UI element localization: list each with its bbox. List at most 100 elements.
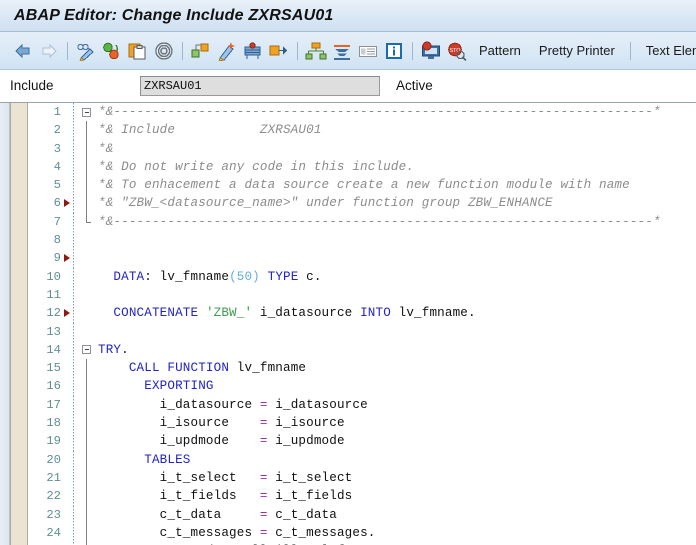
activate-program-icon[interactable] (240, 38, 266, 64)
gutter-dotted-divider (73, 157, 75, 177)
code-text: i_t_select = i_t_select (98, 470, 353, 485)
line-number: 5 (53, 178, 61, 193)
code-text: *& To enhacement a data source create a … (98, 178, 630, 193)
code-line[interactable]: 10 DATA: lv_fmname(50) TYPE c. (27, 267, 696, 286)
code-line[interactable]: 12 CONCATENATE 'ZBW_' i_datasource INTO … (27, 304, 696, 323)
text-elements-button[interactable]: Text Elements (637, 43, 696, 58)
code-line[interactable]: 22 i_t_fields = i_t_fields (27, 487, 696, 506)
gutter-dotted-divider (73, 304, 75, 323)
code-text: i_t_fields = i_t_fields (98, 489, 353, 504)
code-text: DATA: lv_fmname(50) TYPE c. (113, 269, 322, 284)
line-number: 7 (53, 214, 61, 229)
where-used-icon[interactable] (151, 38, 177, 64)
page-title: ABAP Editor: Change Include ZXRSAU01 (14, 6, 334, 24)
code-line[interactable]: 19 i_updmode = i_updmode (27, 432, 696, 451)
line-number: 21 (46, 470, 61, 485)
code-editor[interactable]: 1 *&-------------------------------------… (0, 102, 696, 545)
code-line[interactable]: 7 *&-------------------------------------… (27, 212, 696, 232)
display-change-icon[interactable] (73, 38, 99, 64)
svg-text:STO: STO (450, 48, 461, 54)
toolbar-separator (412, 41, 413, 60)
include-bar: Include Active (0, 70, 696, 102)
forward-arrow-icon (36, 38, 62, 64)
code-line[interactable]: 4 *& Do not write any code in this includ… (27, 157, 696, 177)
gutter-dotted-divider (73, 505, 75, 524)
code-text: i_isource = i_isource (98, 416, 345, 431)
line-number: 11 (46, 287, 61, 302)
code-line[interactable]: 1 *&-------------------------------------… (27, 103, 696, 122)
debugger-icon[interactable] (418, 38, 444, 64)
code-line[interactable]: 11 (27, 285, 696, 305)
line-number: 22 (46, 489, 61, 504)
back-arrow-icon[interactable] (10, 38, 36, 64)
include-label: Include (10, 78, 54, 93)
code-line[interactable]: 9 (27, 249, 696, 268)
syntax-check-icon[interactable] (214, 38, 240, 64)
line-number: 20 (46, 452, 61, 467)
line-number: 3 (53, 141, 61, 156)
code-lines-container: 1 *&-------------------------------------… (27, 103, 696, 545)
code-text: CONCATENATE 'ZBW_' i_datasource INTO lv_… (113, 306, 476, 321)
gutter-dotted-divider (73, 432, 75, 451)
compress-icon[interactable] (329, 38, 355, 64)
status-badge: Active (396, 78, 433, 93)
code-text: TABLES (144, 452, 191, 467)
navigate-icon[interactable] (266, 38, 292, 64)
editor-bookmark-gutter[interactable] (10, 103, 28, 545)
gutter-dotted-divider (73, 377, 75, 396)
gutter-dotted-divider (73, 450, 75, 469)
code-line[interactable]: 17 i_datasource = i_datasource (27, 395, 696, 415)
pattern-button[interactable]: Pattern (470, 43, 530, 58)
paste-icon[interactable] (125, 38, 151, 64)
code-text: *& Do not write any code in this include… (98, 159, 415, 174)
pretty-printer-button[interactable]: Pretty Printer (530, 43, 624, 58)
code-line[interactable]: 20 TABLES (27, 450, 696, 469)
gutter-dotted-divider (73, 359, 75, 378)
line-number: 1 (53, 105, 61, 119)
object-navigator-icon[interactable] (188, 38, 214, 64)
code-line[interactable]: 21 i_t_select = i_t_select (27, 468, 696, 488)
gutter-dotted-divider (73, 322, 75, 341)
code-line[interactable]: 6 *& "ZBW_<datasource_name>" under functi… (27, 194, 696, 213)
activate-icon[interactable] (99, 38, 125, 64)
gutter-dotted-divider (73, 414, 75, 433)
code-line[interactable]: 3 *& (27, 139, 696, 158)
line-number: 6 (53, 196, 61, 211)
code-line[interactable]: 8 (27, 231, 696, 250)
gutter-dotted-divider (73, 249, 75, 268)
code-line[interactable]: 24 c_t_messages = c_t_messages. (27, 523, 696, 543)
gutter-dotted-divider (73, 139, 75, 158)
code-text: TRY. (98, 342, 129, 357)
code-text: *& Include ZXRSAU01 (98, 123, 322, 138)
main-toolbar: STO Pattern Pretty Printer Text Elements (0, 32, 696, 70)
gutter-dotted-divider (73, 468, 75, 488)
breakpoint-icon[interactable]: STO (444, 38, 470, 64)
line-number: 10 (46, 269, 61, 284)
code-text: *& "ZBW_<datasource_name>" under functio… (98, 196, 553, 211)
code-text: i_updmode = i_updmode (98, 434, 345, 449)
code-text: *&--------------------------------------… (98, 214, 661, 229)
line-number: 23 (46, 507, 61, 522)
code-line[interactable]: 2 *& Include ZXRSAU01 (27, 121, 696, 140)
line-number: 18 (46, 416, 61, 431)
line-number: 2 (53, 123, 61, 138)
line-number: 19 (46, 434, 61, 449)
gutter-dotted-divider (73, 194, 75, 213)
code-line[interactable]: 5 *& To enhacement a data source create a… (27, 176, 696, 195)
code-line[interactable]: 16 EXPORTING (27, 377, 696, 396)
gutter-dotted-divider (73, 231, 75, 250)
code-line[interactable]: 13 (27, 322, 696, 341)
table-icon[interactable] (355, 38, 381, 64)
gutter-dotted-divider (73, 340, 75, 360)
gutter-dotted-divider (73, 212, 75, 232)
info-icon[interactable] (381, 38, 407, 64)
code-line[interactable]: 18 i_isource = i_isource (27, 414, 696, 433)
include-name-input[interactable] (140, 75, 380, 96)
line-number: 24 (46, 525, 61, 540)
code-line[interactable]: 23 c_t_data = c_t_data (27, 505, 696, 524)
code-line[interactable]: 14 TRY. (27, 340, 696, 360)
gutter-dotted-divider (73, 523, 75, 543)
structure-icon[interactable] (303, 38, 329, 64)
editor-left-strip (0, 103, 10, 545)
code-line[interactable]: 15 CALL FUNCTION lv_fmname (27, 359, 696, 378)
